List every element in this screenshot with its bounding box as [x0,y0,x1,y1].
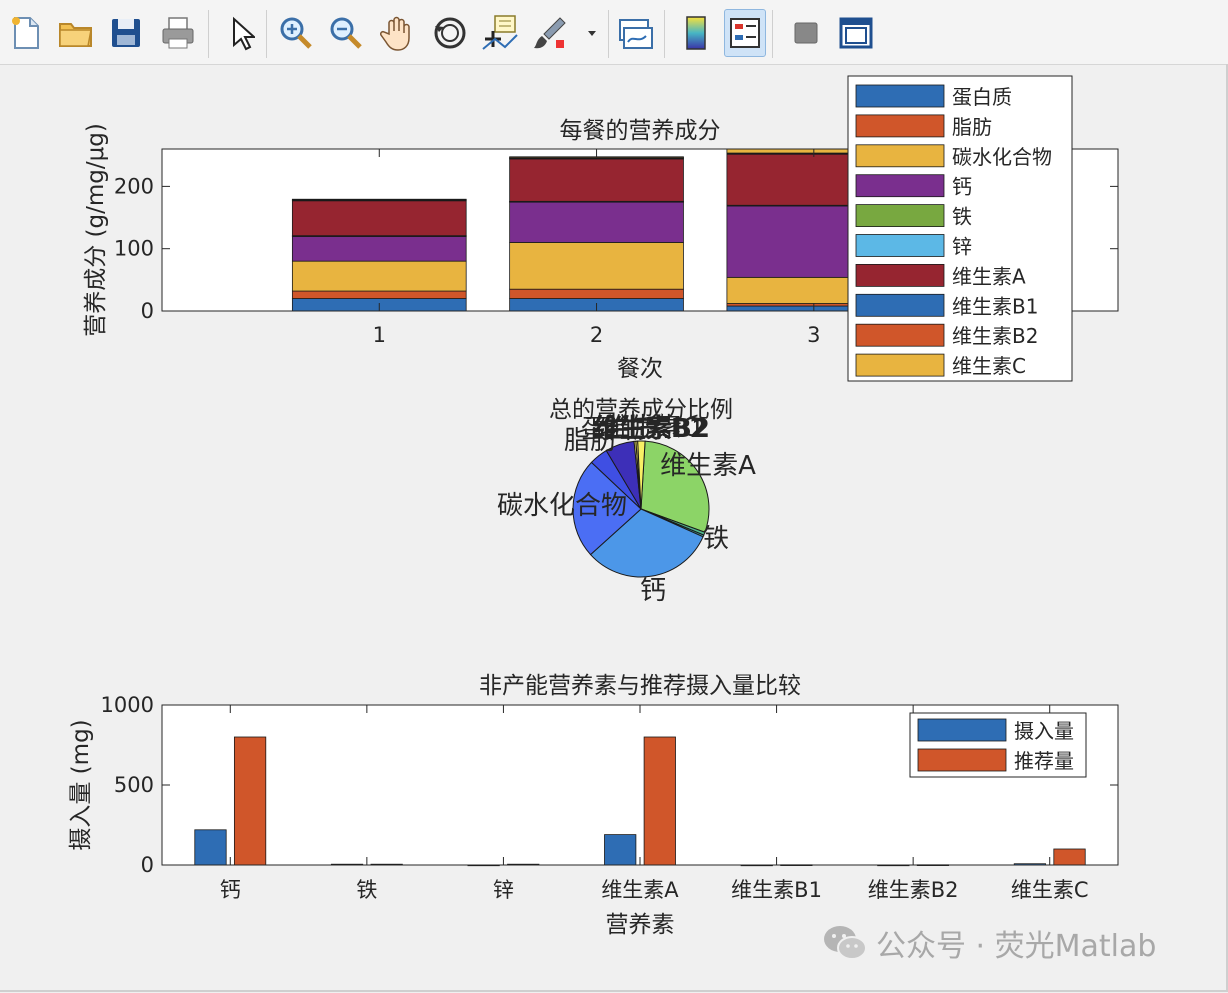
legend-swatch [855,114,945,138]
pie-slice-label: 钙 [640,576,666,606]
legend-swatch [855,234,945,257]
y-tick-label: 1000 [101,693,154,717]
pie-slice-label: 维生素A [660,451,756,481]
wechat-icon [824,926,867,960]
legend-label: 钙 [952,175,972,199]
y-tick-label: 0 [141,853,154,877]
watermark: 公众号 · 荧光Matlab [822,920,1156,966]
x-tick-label: 1 [373,323,386,347]
stacked-bar-segment [291,235,467,262]
x-tick-label: 锌 [493,878,514,902]
watermark-text: 公众号 · 荧光Matlab [876,929,1157,964]
meal-chart-ylabel: 营养成分 (g/mg/μg) [83,123,109,337]
legend-label: 锌 [952,235,972,259]
x-tick-label: 维生素A [601,878,679,902]
x-tick-label: 铁 [356,878,377,902]
legend-label: 推荐量 [1014,749,1074,773]
legend-swatch [855,293,945,317]
legend-label: 蛋白质 [952,85,1012,109]
bar-intake [604,834,637,866]
legend-swatch [855,174,945,198]
stacked-bar-segment [509,158,684,202]
stacked-bar-segment [291,260,467,292]
stacked-bar-segment [509,288,684,299]
legend-swatch [855,204,945,228]
y-tick-label: 500 [114,773,154,797]
x-tick-label: 维生素B2 [868,878,959,902]
legend-label: 维生素B1 [952,294,1038,318]
pie-slice-label: 铁 [703,524,729,554]
pie-slice-label: 维生素B2 [594,413,710,444]
y-tick-label: 100 [114,237,154,261]
stacked-bar-segment [291,200,467,237]
nutrient-chart-title: 非产能营养素与推荐摄入量比较 [479,673,801,699]
y-tick-label: 0 [141,299,154,323]
stacked-bar-segment [291,198,467,201]
bar-recommended [1053,848,1086,866]
bar-recommended [643,736,676,866]
legend-swatch [855,353,945,377]
legend-label: 维生素A [952,264,1026,288]
meal-chart-xlabel: 餐次 [617,356,663,382]
nutrient-chart-xlabel: 营养素 [606,912,675,938]
bar-recommended [233,736,267,866]
meal-chart-title: 每餐的营养成分 [560,118,721,144]
x-tick-label: 2 [590,323,603,347]
stacked-bar-segment [509,201,684,243]
stacked-bar-segment [291,290,467,299]
x-tick-label: 3 [807,323,820,347]
x-tick-label: 钙 [220,878,241,902]
legend-swatch [855,144,945,168]
legend-swatch [855,323,945,347]
x-tick-label: 维生素C [1011,878,1089,902]
bar-intake [194,829,227,866]
stacked-bar-segment [509,242,684,290]
legend-label: 维生素B2 [952,324,1038,348]
nutrient-chart-ylabel: 摄入量 (mg) [68,719,94,850]
figure-window: 0 100 200 1 2 3 每餐的营养成分 餐次 营养成分 (g/mg/μg) 蛋白质脂肪碳水… [0,0,1228,993]
legend-label: 脂肪 [952,115,992,139]
legend-label: 铁 [952,205,972,229]
legend-label: 碳水化合物 [952,145,1052,169]
legend-swatch [855,84,945,108]
legend-swatch [855,263,945,287]
y-tick-label: 200 [114,174,154,198]
x-tick-label: 维生素B1 [731,878,822,902]
pie-slice-label: 碳水化合物 [497,491,627,521]
legend-swatch [917,748,1007,772]
legend-label: 摄入量 [1014,719,1074,743]
legend-swatch [917,718,1007,742]
figure-canvas: 0 100 200 1 2 3 每餐的营养成分餐次 营养成分 (g/mg/μg) 蛋白质脂肪碳水… [68,75,1119,938]
legend-label: 维生素C [952,354,1026,378]
